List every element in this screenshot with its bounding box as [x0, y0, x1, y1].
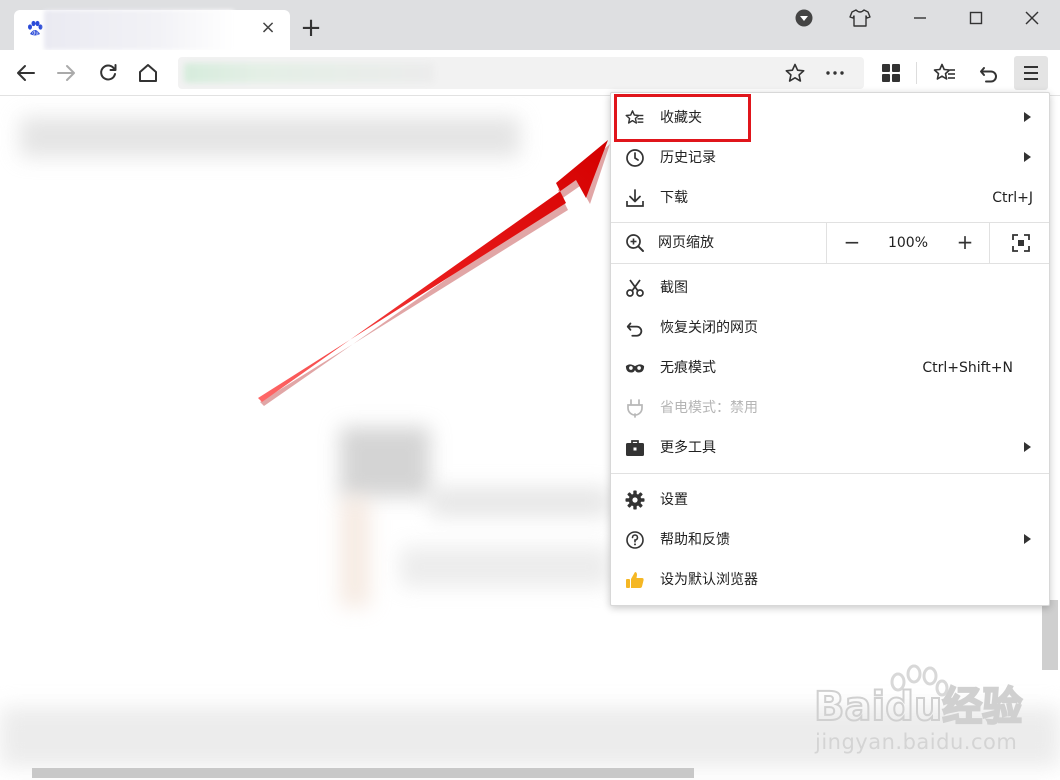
address-bar[interactable] — [178, 57, 864, 89]
tab-strip: du × + — [0, 0, 1060, 50]
baidu-paw-icon: du — [28, 20, 43, 37]
menu-label: 恢复关闭的网页 — [660, 320, 758, 336]
undo-icon — [625, 318, 645, 338]
apps-icon[interactable] — [878, 60, 904, 86]
incognito-mask-icon — [625, 358, 645, 378]
gear-icon — [625, 490, 645, 510]
menu-item-power-saving: 省电模式：禁用 — [611, 388, 1049, 428]
help-question-icon — [625, 530, 645, 550]
submenu-arrow-icon — [1024, 152, 1031, 162]
shortcut-label: Ctrl+J — [992, 190, 1033, 206]
menu-label: 无痕模式 — [660, 360, 716, 376]
thumbs-up-icon — [625, 570, 645, 590]
menu-item-restore-closed[interactable]: 恢复关闭的网页 — [611, 308, 1049, 348]
toolbox-icon — [625, 438, 645, 458]
close-window-icon[interactable] — [1020, 6, 1044, 30]
zoom-in-magnifier-icon — [625, 233, 645, 253]
watermark-url: jingyan.baidu.com — [815, 730, 1018, 754]
toolbar-separator — [916, 62, 917, 84]
menu-label: 历史记录 — [660, 150, 716, 166]
menu-item-more-tools[interactable]: 更多工具 — [611, 428, 1049, 468]
clock-icon — [625, 148, 645, 168]
scissors-icon — [625, 278, 645, 298]
zoom-label: 网页缩放 — [658, 235, 714, 251]
submenu-arrow-icon — [1024, 442, 1031, 452]
menu-item-set-default[interactable]: 设为默认浏览器 — [611, 560, 1049, 600]
menu-item-history[interactable]: 历史记录 — [611, 138, 1049, 178]
zoom-level: 100% — [887, 235, 929, 251]
hamburger-icon — [1024, 66, 1038, 80]
url-blurred — [184, 63, 434, 83]
forward-icon[interactable] — [53, 60, 79, 86]
menu-label: 设置 — [660, 492, 688, 508]
back-icon[interactable] — [13, 60, 39, 86]
reload-icon[interactable] — [95, 60, 121, 86]
submenu-arrow-icon — [1024, 112, 1031, 122]
menu-label: 截图 — [660, 280, 688, 296]
new-tab-button[interactable]: + — [300, 15, 322, 41]
menu-item-screenshot[interactable]: 截图 — [611, 268, 1049, 308]
zoom-out-button[interactable]: − — [841, 232, 863, 254]
shortcut-label: Ctrl+Shift+N — [922, 360, 1013, 376]
submenu-arrow-icon — [1024, 534, 1031, 544]
undo-icon[interactable] — [976, 60, 1002, 86]
skin-dropdown-icon[interactable] — [792, 6, 816, 30]
minimize-icon[interactable] — [908, 6, 932, 30]
menu-item-settings[interactable]: 设置 — [611, 480, 1049, 520]
home-icon[interactable] — [135, 60, 161, 86]
zoom-label-area: 网页缩放 — [611, 223, 1049, 263]
main-menu-button[interactable] — [1014, 56, 1048, 90]
menu-separator — [611, 473, 1049, 474]
zoom-in-button[interactable]: + — [954, 232, 976, 254]
maximize-icon[interactable] — [964, 6, 988, 30]
menu-label: 更多工具 — [660, 440, 716, 456]
menu-label: 省电模式：禁用 — [660, 400, 758, 416]
main-menu-dropdown: 收藏夹 历史记录 下载 Ctrl+J 网页缩放 − 100% + 截图 恢复关闭… — [610, 92, 1050, 606]
menu-label: 下载 — [660, 190, 688, 206]
tab-title-blurred — [44, 10, 234, 50]
menu-label: 设为默认浏览器 — [660, 572, 758, 588]
menu-item-help-feedback[interactable]: 帮助和反馈 — [611, 520, 1049, 560]
fullscreen-icon[interactable] — [1011, 233, 1031, 253]
horizontal-scrollbar[interactable] — [32, 768, 694, 778]
zoom-divider — [989, 223, 990, 263]
zoom-divider — [826, 223, 827, 263]
menu-label: 帮助和反馈 — [660, 532, 730, 548]
bookmark-star-icon[interactable] — [782, 60, 808, 86]
browser-tab[interactable]: du × — [14, 10, 290, 50]
menu-item-incognito[interactable]: 无痕模式 Ctrl+Shift+N — [611, 348, 1049, 388]
download-icon — [625, 188, 645, 208]
highlight-box — [614, 94, 751, 142]
zoom-row: 网页缩放 − 100% + — [611, 223, 1049, 263]
svg-text:du: du — [32, 31, 38, 37]
plug-icon — [625, 398, 645, 418]
more-icon[interactable] — [822, 60, 848, 86]
menu-separator — [611, 263, 1049, 264]
shirt-icon[interactable] — [848, 6, 872, 30]
tab-close-button[interactable]: × — [260, 19, 276, 37]
favorites-icon[interactable] — [932, 60, 958, 86]
toolbar — [0, 50, 1060, 96]
menu-item-download[interactable]: 下载 Ctrl+J — [611, 178, 1049, 218]
watermark-brand: Baidu经验 — [814, 684, 1022, 730]
